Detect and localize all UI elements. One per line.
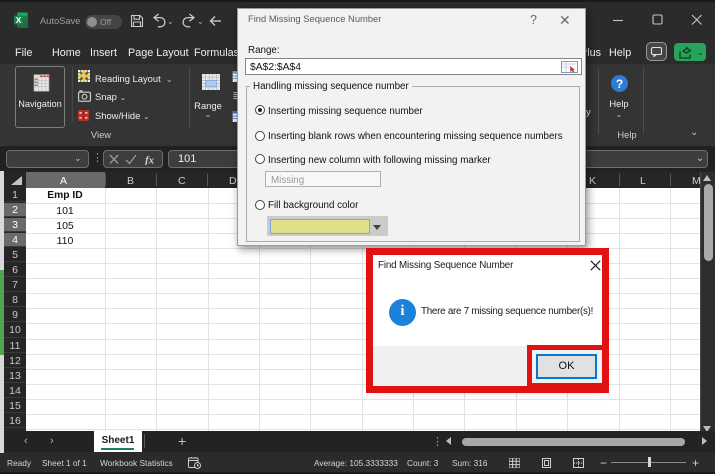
svg-text:fx: fx: [145, 154, 155, 165]
svg-text:X: X: [16, 15, 22, 25]
